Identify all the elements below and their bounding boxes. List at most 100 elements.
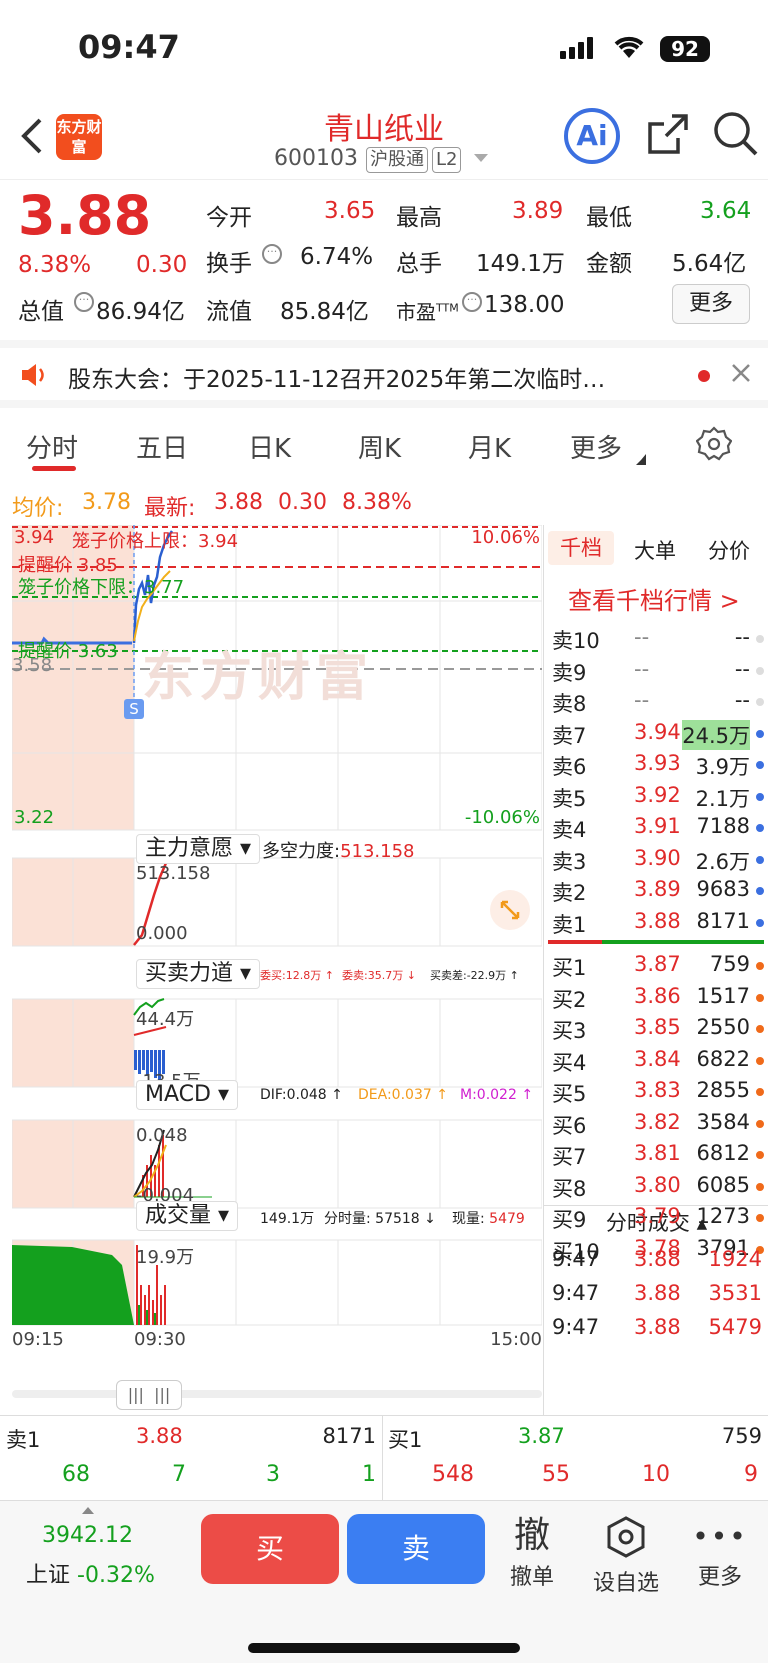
sell-row[interactable]: 卖6 3.93 3.9万 — [550, 749, 764, 780]
sell-volume: -- — [734, 625, 750, 649]
sell-row[interactable]: 卖9 -- -- — [550, 655, 764, 686]
sell-row[interactable]: 卖1 3.88 8171 — [550, 907, 764, 938]
buy-row[interactable]: 买5 3.83 2855 — [550, 1076, 764, 1107]
amount-label: 金额 — [586, 251, 632, 277]
buy-volume: 6822 — [696, 1046, 750, 1071]
buy-button[interactable]: 买 — [201, 1514, 339, 1584]
sell-price: -- — [634, 625, 650, 649]
nav-header: 东方财富 青山纸业 600103 沪股通 L2 Ai — [0, 100, 768, 180]
tab-week-k[interactable]: 周K — [358, 428, 401, 465]
buy-volume: 6812 — [696, 1141, 750, 1165]
trade-marker-s[interactable]: S — [124, 699, 144, 719]
buy-level: 买1 — [552, 956, 587, 980]
book-divider — [548, 940, 764, 944]
sub1-label: 多空力度:513.158 — [262, 841, 415, 862]
index-value[interactable]: 3942.12 — [42, 1523, 133, 1548]
sell-level: 卖3 — [552, 849, 587, 874]
sell-button[interactable]: 卖 — [347, 1514, 485, 1584]
cancel-order-button[interactable]: 撤 撤单 — [492, 1515, 572, 1591]
info-icon[interactable]: ··· — [74, 292, 94, 312]
status-dot — [756, 1088, 764, 1096]
sub2-selector[interactable]: 买卖力道 ▾ — [136, 959, 261, 989]
expand-icon[interactable] — [490, 890, 530, 930]
gear-icon[interactable] — [695, 426, 733, 466]
index-label[interactable]: 上证 -0.32% — [26, 1557, 155, 1589]
buy-row[interactable]: 买6 3.82 3584 — [550, 1108, 764, 1139]
status-bar: 09:47 92 — [0, 0, 768, 100]
qiandang-link[interactable]: 查看千档行情 > — [568, 581, 740, 616]
status-dot — [756, 666, 764, 675]
buy-volume: 3584 — [696, 1109, 750, 1134]
notice-bar[interactable]: 股东大会：于2025-11-12召开2025年第二次临时… — [0, 340, 768, 408]
buy-row[interactable]: 买9 3.79 1273 — [550, 1202, 764, 1233]
more-button[interactable]: 更多 — [672, 284, 750, 324]
dropdown-caret-icon[interactable] — [474, 154, 488, 162]
tab-month-k[interactable]: 月K — [468, 428, 511, 465]
notice-text: 股东大会：于2025-11-12召开2025年第二次临时… — [68, 367, 606, 393]
buy-row[interactable]: 买3 3.85 2550 — [550, 1013, 764, 1044]
trade-time: 9:47 — [552, 1247, 600, 1271]
buy-row[interactable]: 买7 3.81 6812 — [550, 1139, 764, 1170]
notice-dot — [698, 370, 710, 382]
sell-row[interactable]: 卖4 3.91 7188 — [550, 812, 764, 843]
sub3-top: 0.048 — [136, 1125, 188, 1146]
sell-row[interactable]: 卖7 3.94 24.5万 — [550, 718, 764, 750]
chart-scroll-handle[interactable]: ||| ||| — [116, 1380, 182, 1410]
sell-row[interactable]: 卖2 3.89 9683 — [550, 875, 764, 906]
sub1-bottom: 0.000 — [136, 923, 188, 944]
total-value: 86.94亿 — [96, 299, 185, 325]
tab-fenjia[interactable]: 分价 — [708, 535, 750, 565]
buy-level: 买3 — [552, 1019, 587, 1043]
open-value: 3.65 — [324, 198, 376, 224]
buy-row[interactable]: 买2 3.86 1517 — [550, 982, 764, 1013]
sell-row[interactable]: 卖3 3.90 2.6万 — [550, 844, 764, 875]
sub4-selector[interactable]: 成交量 ▾ — [136, 1201, 239, 1231]
chart-scrollbar[interactable] — [12, 1390, 542, 1398]
tab-5day[interactable]: 五日 — [136, 428, 188, 465]
bottom-toolbar: 3942.12 上证 -0.32% 买 卖 撤 撤单 设自选 ••• 更多 — [0, 1500, 768, 1663]
order-book-panel: 千档 大单 分价 查看千档行情 > 分时成交 ▴ 卖10 -- -- 卖9 -- -- 卖8… — [543, 525, 768, 1415]
period-tabs: 分时 五日 日K 周K 月K 更多 — [0, 408, 768, 478]
tab-day-k[interactable]: 日K — [248, 428, 291, 465]
sell-level: 卖6 — [552, 755, 587, 779]
sell-row[interactable]: 卖8 -- -- — [550, 686, 764, 717]
info-icon[interactable]: ··· — [262, 244, 282, 264]
sub1-top: 513.158 — [136, 863, 211, 884]
buy-row[interactable]: 买1 3.87 759 — [550, 950, 764, 981]
info-icon[interactable]: ··· — [462, 292, 482, 312]
share-icon[interactable] — [646, 112, 690, 160]
sell-price: 3.93 — [634, 751, 681, 775]
sell-queue-item: 68 — [62, 1462, 90, 1487]
more-menu-button[interactable]: ••• 更多 — [680, 1515, 760, 1591]
sub1-selector[interactable]: 主力意愿 ▾ — [136, 834, 261, 864]
close-icon[interactable] — [730, 362, 752, 388]
sell-row[interactable]: 卖5 3.92 2.1万 — [550, 781, 764, 812]
cage-lower-label: 笼子价格下限：3.77 — [18, 577, 185, 598]
buy-row[interactable]: 买4 3.84 6822 — [550, 1045, 764, 1076]
battery-level: 92 — [671, 37, 699, 61]
buy-price: 3.87 — [634, 952, 681, 976]
buy-price: 3.85 — [634, 1015, 681, 1039]
sell-price: -- — [634, 656, 650, 681]
sell-volume: 24.5万 — [682, 719, 750, 750]
tab-more[interactable]: 更多 — [570, 428, 622, 465]
search-icon[interactable] — [712, 110, 758, 160]
sub3-selector[interactable]: MACD ▾ — [136, 1080, 238, 1110]
sell-volume: -- — [734, 688, 750, 712]
sell-row[interactable]: 卖10 -- -- — [550, 623, 764, 654]
status-dot — [756, 855, 764, 864]
chart-area[interactable]: 3.94 笼子价格上限：3.94 10.06% 提醒价 3.85 笼子价格下限：… — [12, 525, 542, 1355]
status-dot — [756, 729, 764, 738]
status-dot — [756, 761, 764, 769]
tab-qiandang[interactable]: 千档 — [548, 531, 614, 565]
sell-volume: 3.9万 — [695, 755, 750, 779]
ai-icon[interactable]: Ai — [564, 108, 620, 164]
pe-value: 138.00 — [484, 292, 565, 318]
sell-price: -- — [634, 688, 650, 712]
tab-dadan[interactable]: 大单 — [634, 535, 676, 565]
tab-intraday[interactable]: 分时 — [26, 428, 78, 465]
buy-price: 3.80 — [634, 1172, 681, 1197]
add-watchlist-button[interactable]: 设自选 — [586, 1515, 666, 1597]
buy-row[interactable]: 买8 3.80 6085 — [550, 1171, 764, 1202]
low-label: 最低 — [586, 205, 632, 231]
